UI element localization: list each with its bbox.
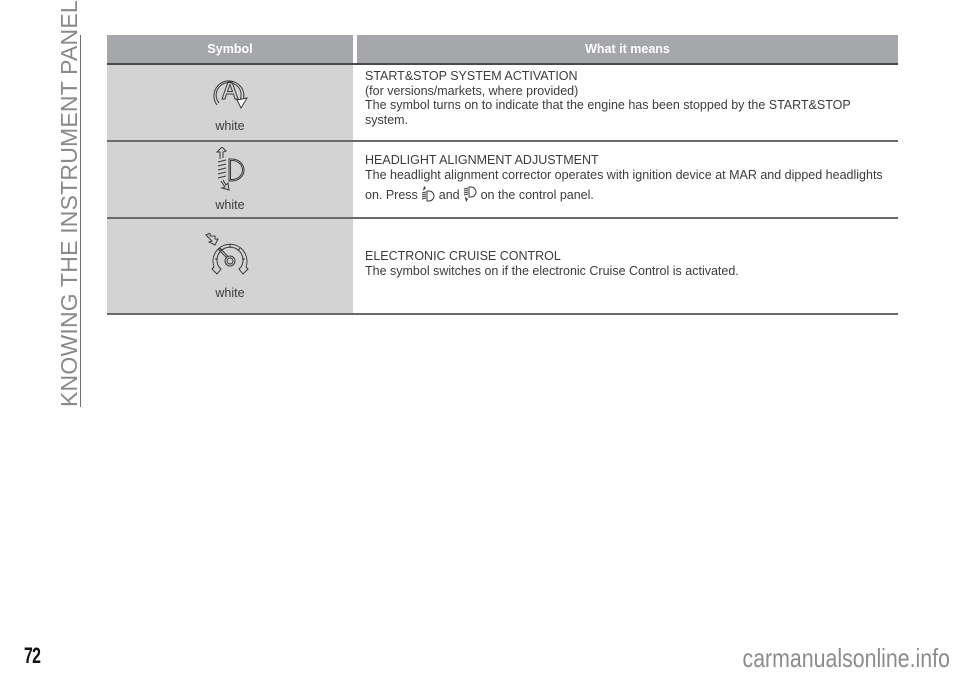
- row-title: ELECTRONIC CRUISE CONTROL: [365, 249, 561, 263]
- symbol-cell: white: [107, 65, 353, 140]
- section-title: KNOWING THE INSTRUMENT PANEL: [56, 0, 82, 407]
- meaning-cell: ELECTRONIC CRUISE CONTROL The symbol swi…: [357, 219, 898, 313]
- headlight-down-button-icon: [463, 186, 477, 206]
- row-title: HEADLIGHT ALIGNMENT ADJUSTMENT: [365, 153, 599, 167]
- table-row: white ELECTRONIC CRUISE CONTROL The symb…: [107, 219, 898, 315]
- cruise-control-icon: [204, 231, 256, 284]
- meaning-cell: HEADLIGHT ALIGNMENT ADJUSTMENT The headl…: [357, 142, 898, 217]
- symbol-cell: white: [107, 219, 353, 313]
- header-meaning: What it means: [357, 35, 898, 63]
- row-description: The headlight alignment corrector operat…: [365, 167, 883, 182]
- section-divider: [80, 35, 81, 407]
- table-row: white START&STOP SYSTEM ACTIVATION (for …: [107, 65, 898, 142]
- table-row: white HEADLIGHT ALIGNMENT ADJUSTMENT The…: [107, 142, 898, 219]
- row-description: The symbol turns on to indicate that the…: [365, 98, 851, 127]
- row-description: The symbol switches on if the electronic…: [365, 263, 739, 278]
- row-note: (for versions/markets, where provided): [365, 83, 579, 98]
- color-label: white: [215, 285, 245, 300]
- start-stop-icon: [207, 72, 253, 117]
- page-number: 72: [24, 643, 41, 668]
- row-instruction: on. Press and on the control panel.: [365, 186, 898, 206]
- watermark: carmanualsonline.info: [742, 643, 950, 673]
- header-symbol: Symbol: [107, 35, 353, 63]
- headlight-up-button-icon: [421, 186, 435, 206]
- color-label: white: [215, 198, 245, 212]
- warning-lights-table: Symbol What it means white START&STOP SY…: [107, 35, 898, 315]
- symbol-cell: white: [107, 142, 353, 217]
- color-label: white: [215, 119, 245, 133]
- table-header: Symbol What it means: [107, 35, 898, 65]
- row-title: START&STOP SYSTEM ACTIVATION: [365, 69, 578, 83]
- headlight-alignment-icon: [212, 146, 248, 196]
- meaning-cell: START&STOP SYSTEM ACTIVATION (for versio…: [357, 65, 898, 140]
